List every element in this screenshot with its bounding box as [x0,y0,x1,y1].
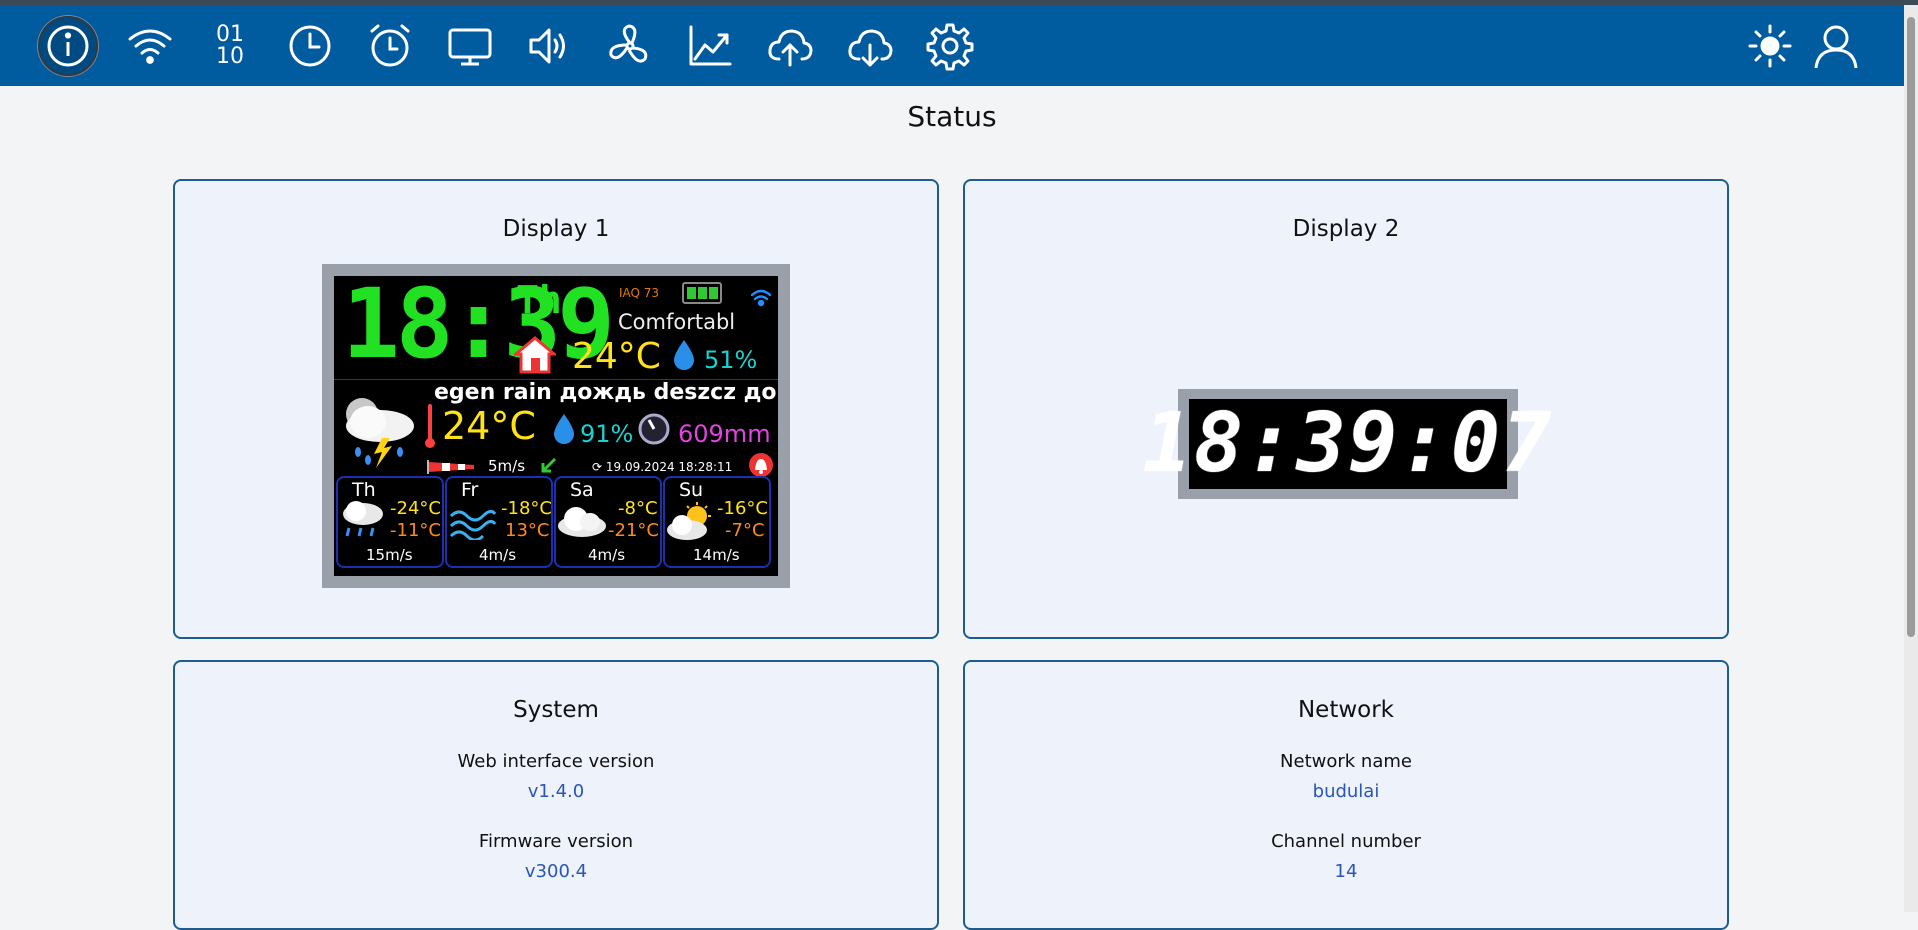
top-navbar: 01 10 [0,5,1904,86]
info-icon[interactable] [38,16,98,76]
forecast-high: -18°C [501,498,552,519]
alarm-bell-icon [749,453,773,477]
display2-screen: 18:39:07 [1143,399,1551,489]
network-name-label: Network name [1280,751,1412,772]
firmware-version-value: v300.4 [524,861,588,882]
forecast-low: -21°C [608,520,659,541]
display1-preview: 18:39 Th IAQ 73 Comfortabl 24°C 51% egen… [322,264,790,588]
web-version-label: Web interface version [457,751,655,772]
screen-comfort: Comfortabl [618,310,736,334]
screen-iaq: IAQ 73 [619,286,660,300]
forecast-wind: 4m/s [588,546,626,564]
screen-updated-text: 19.09.2024 18:28:11 [605,460,733,474]
channel-number-label: Channel number [1271,831,1421,852]
binary-icon[interactable]: 01 10 [200,16,260,76]
system-title: System [513,697,599,723]
screen-day: Th [516,278,562,322]
cloud-upload-icon[interactable] [760,16,820,76]
screen-precip: 609mm [678,420,771,448]
wifi-signal-icon [750,289,772,307]
forecast-day-2: Fr -18°C 13°C 4m/s [445,476,553,568]
rain-cloud-icon [343,501,383,537]
cloud-download-icon[interactable] [840,16,900,76]
forecast-low: 13°C [505,520,550,541]
binary-bottom-text: 10 [216,44,244,69]
forecast-day-1: Th -24°C -11°C 15m/s [336,476,444,568]
screen-outdoor-humidity: 91% [580,420,634,448]
page-title: Status [907,100,997,133]
battery-icon [682,282,722,304]
screen-indoor-humidity: 51% [704,346,758,374]
display2-clock: 18:39:07 [1142,396,1554,491]
web-version-value: v1.4.0 [527,781,585,802]
screen-time: 18:39 [342,276,615,380]
wifi-icon[interactable] [120,16,180,76]
firmware-version-label: Firmware version [478,831,634,852]
home-icon [514,336,556,374]
brightness-icon[interactable] [1740,16,1800,76]
speaker-icon[interactable] [520,16,580,76]
forecast-wind: 14m/s [693,546,740,564]
binary-top-text: 01 [216,22,244,47]
forecast-high: -16°C [717,498,768,519]
forecast-day-label: Fr [461,479,479,501]
page-scrollbar[interactable] [1904,5,1918,912]
thermometer-icon [425,404,435,448]
display2-preview: 18:39:07 [1143,389,1551,499]
monitor-icon[interactable] [440,16,500,76]
chart-icon[interactable] [680,16,740,76]
screen-indoor-temp: 24°C [572,336,661,377]
clock-icon[interactable] [280,16,340,76]
drop-icon [674,340,694,370]
network-title: Network [1297,697,1395,723]
screen-wind: 5m/s [488,457,526,475]
cloud-icon [558,507,606,537]
network-card: Network Network name budulai Channel num… [963,660,1729,930]
wind-direction-icon [541,457,557,473]
forecast-wind: 15m/s [366,546,413,564]
user-icon[interactable] [1806,16,1866,76]
pressure-gauge-icon [638,413,670,445]
screen-ticker: egen rain дождь deszcz дощ [434,380,778,405]
forecast-day-3: Sa -8°C -21°C 4m/s [554,476,662,568]
gear-icon[interactable] [920,16,980,76]
forecast-wind: 4m/s [479,546,517,564]
forecast-low: -7°C [725,520,765,541]
drop-outdoor-icon [554,414,574,444]
partly-sunny-icon [667,502,711,540]
windsock-icon [427,460,474,474]
forecast-high: -24°C [390,498,441,519]
forecast-high: -8°C [618,498,658,519]
scrollbar-thumb[interactable] [1907,17,1915,637]
system-card: System Web interface version v1.4.0 Firm… [173,660,939,930]
display2-title: Display 2 [1292,216,1400,242]
network-name-value: budulai [1312,781,1380,802]
wind-waves-icon [449,509,497,540]
channel-number-value: 14 [1334,861,1358,882]
forecast-low: -11°C [390,520,441,541]
forecast-day-4: Su -16°C -7°C 14m/s [663,476,771,568]
thunderstorm-icon [346,398,414,468]
display1-screen: 18:39 Th IAQ 73 Comfortabl 24°C 51% egen… [334,276,778,576]
screen-updated: ⟳ 19.09.2024 18:28:11 [592,460,733,474]
display1-title: Display 1 [502,216,610,242]
forecast-day-label: Sa [570,479,594,501]
screen-outdoor-temp: 24°C [442,404,536,448]
fan-icon[interactable] [600,16,660,76]
alarm-icon[interactable] [360,16,420,76]
forecast-day-label: Su [679,479,704,501]
